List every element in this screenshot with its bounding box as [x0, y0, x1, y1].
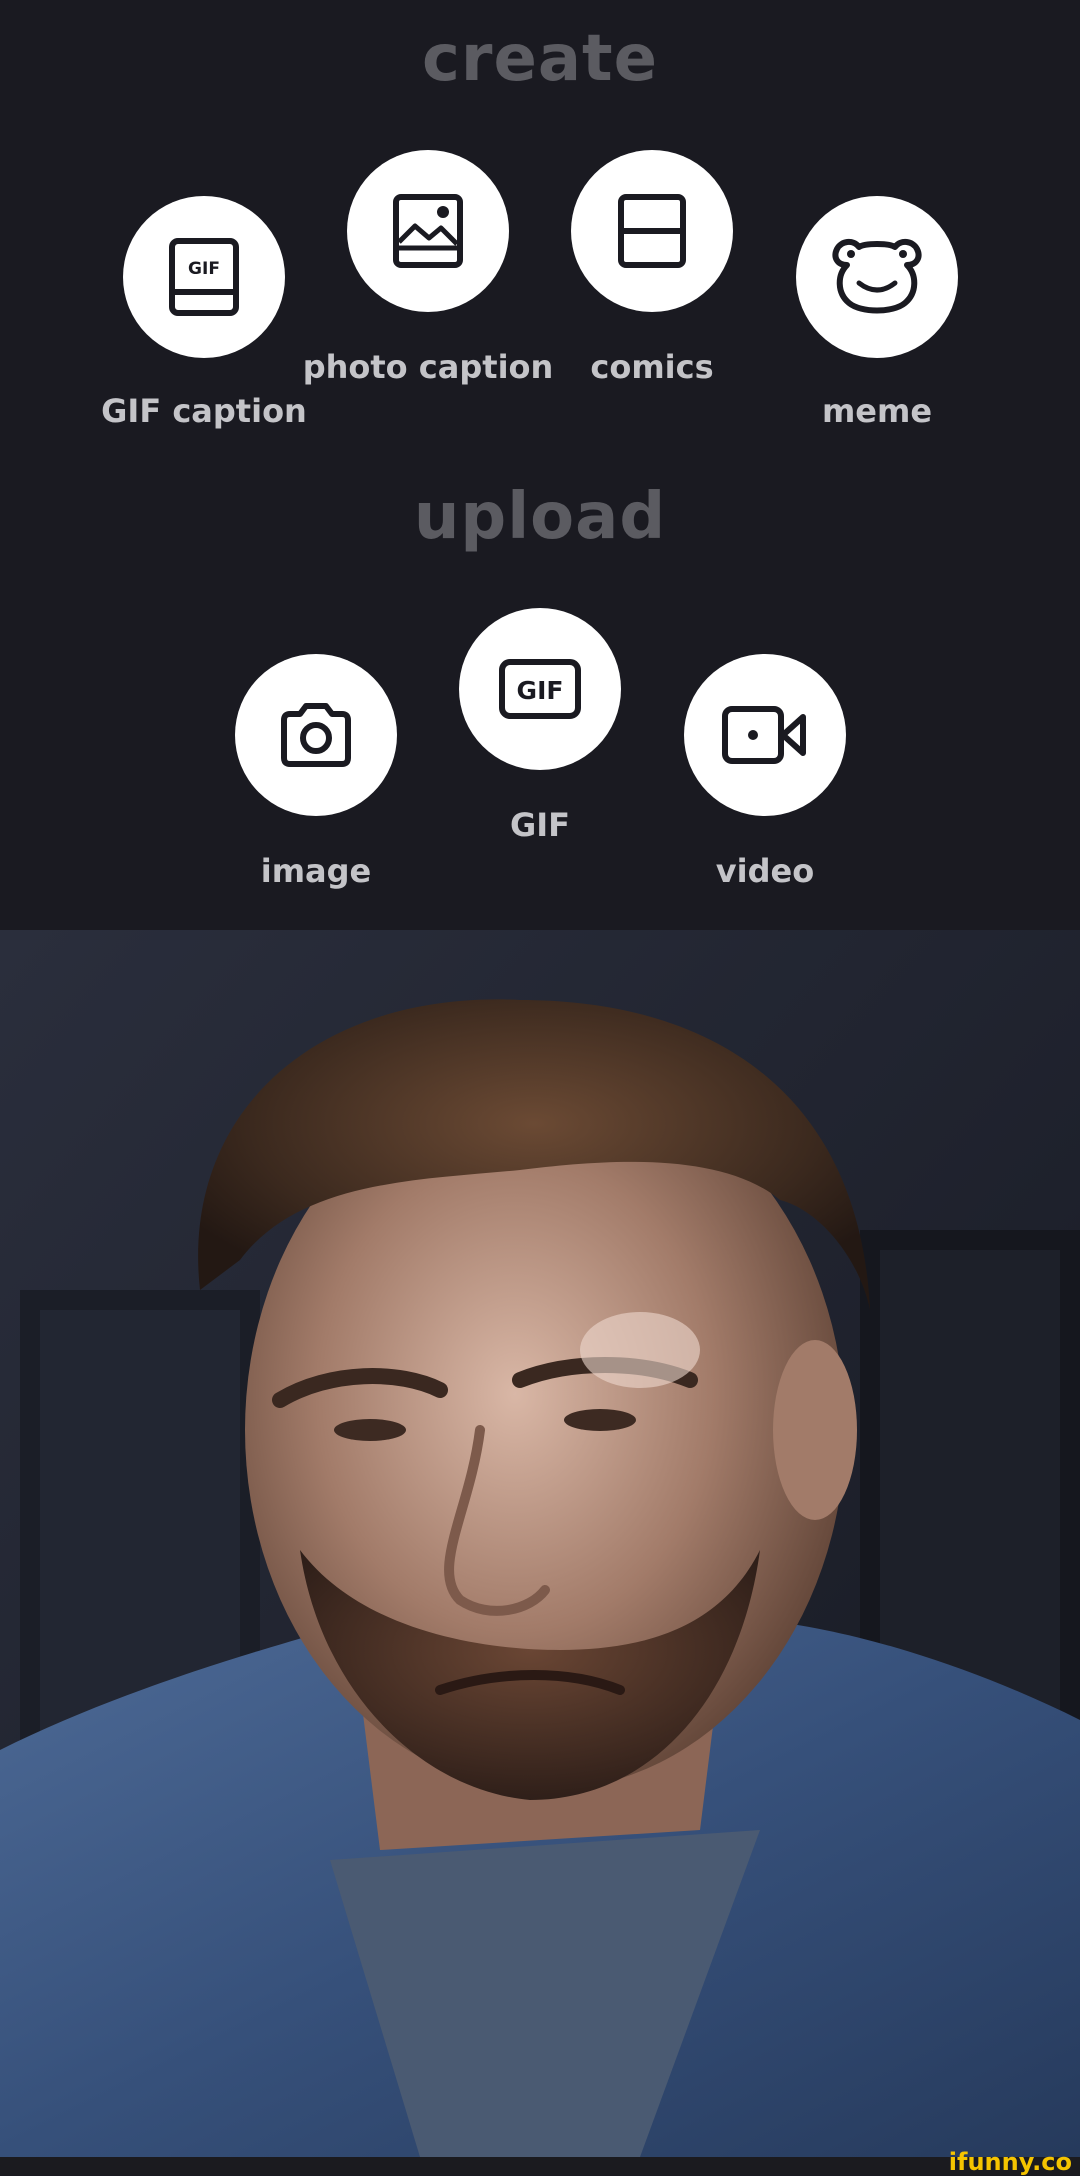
upload-gif-label: GIF	[509, 806, 571, 844]
photo-caption-text: photo caption	[302, 348, 554, 386]
photo-icon	[393, 194, 463, 268]
meme-photo	[0, 930, 1080, 2157]
gif-caption-icon: GIF	[169, 238, 239, 316]
footer-bar: ifunny.co	[0, 2149, 1080, 2175]
photo-caption-label: photo caption	[298, 347, 558, 388]
camera-icon	[281, 703, 351, 767]
photo-illustration	[0, 930, 1080, 2157]
meme-button[interactable]	[796, 196, 958, 358]
video-camera-icon	[722, 706, 806, 764]
gif-caption-label: GIF caption	[101, 392, 307, 430]
ifunny-watermark: ifunny.co	[948, 2148, 1072, 2176]
upload-image-label: image	[260, 852, 372, 890]
upload-gif-button[interactable]: GIF	[459, 608, 621, 770]
upload-video-label: video	[715, 852, 815, 890]
create-section-title: create	[421, 22, 659, 96]
gif-icon: GIF	[499, 659, 581, 719]
upload-section-title: upload	[413, 480, 667, 554]
create-upload-menu: create GIF GIF caption photo caption com…	[0, 0, 1080, 930]
gif-caption-button[interactable]: GIF	[123, 196, 285, 358]
meme-label: meme	[821, 392, 933, 430]
svg-text:GIF: GIF	[517, 676, 564, 705]
comics-panel-icon	[618, 194, 686, 268]
comics-label: comics	[590, 348, 714, 386]
comics-button[interactable]	[571, 150, 733, 312]
svg-text:GIF: GIF	[188, 259, 220, 279]
upload-video-button[interactable]	[684, 654, 846, 816]
upload-image-button[interactable]	[235, 654, 397, 816]
photo-caption-button[interactable]	[347, 150, 509, 312]
frog-face-icon	[832, 239, 922, 314]
